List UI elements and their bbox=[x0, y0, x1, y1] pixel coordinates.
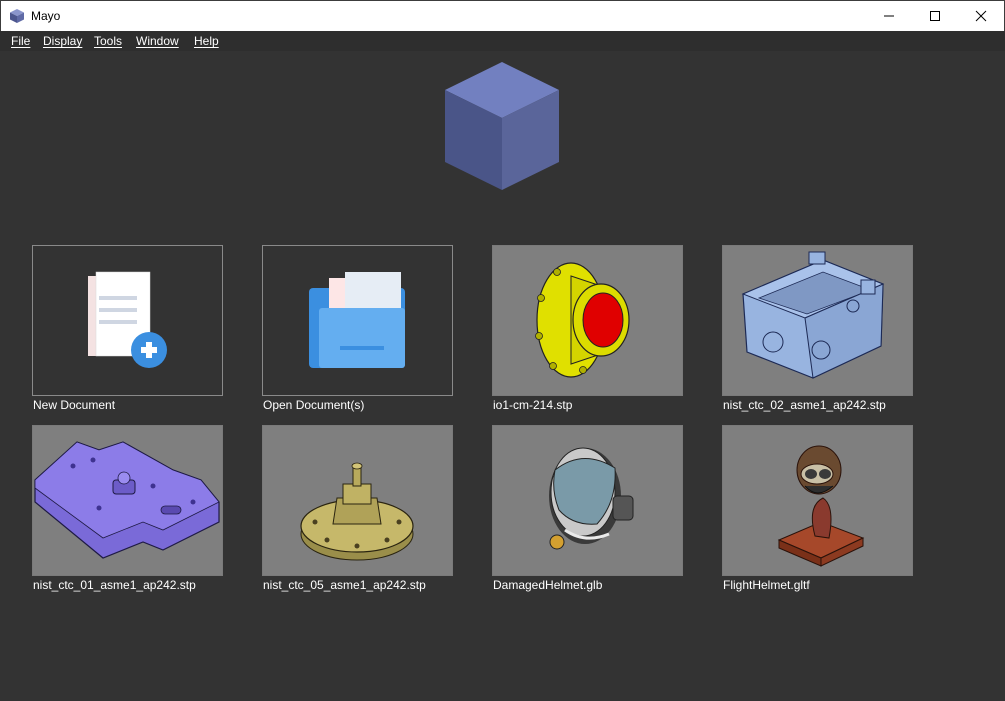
valve-part-thumbnail-icon bbox=[300, 462, 414, 561]
new-document-label[interactable]: New Document bbox=[33, 398, 115, 412]
damaged-helmet-thumbnail-icon bbox=[549, 447, 634, 550]
menu-help[interactable]: Help bbox=[194, 34, 219, 48]
new-document-icon bbox=[88, 271, 167, 368]
recent-file-label[interactable]: DamagedHelmet.glb bbox=[493, 578, 602, 592]
menu-window[interactable]: Window bbox=[136, 34, 179, 48]
menu-display[interactable]: Display bbox=[43, 34, 82, 48]
recent-file-thumbnail[interactable] bbox=[492, 245, 683, 396]
plate-part-thumbnail-icon bbox=[34, 441, 220, 559]
close-icon bbox=[975, 10, 987, 22]
menu-tools[interactable]: Tools bbox=[94, 34, 122, 48]
new-document-tile[interactable] bbox=[32, 245, 223, 396]
gearbox-part-thumbnail-icon bbox=[741, 251, 885, 379]
recent-file-thumbnail[interactable] bbox=[262, 425, 453, 576]
open-folder-icon bbox=[309, 272, 405, 368]
recent-file-label[interactable]: nist_ctc_05_asme1_ap242.stp bbox=[263, 578, 426, 592]
recent-file-thumbnail[interactable] bbox=[722, 245, 913, 396]
cube-icon bbox=[10, 9, 24, 23]
recent-file-thumbnail[interactable] bbox=[32, 425, 223, 576]
window-title: Mayo bbox=[31, 9, 61, 23]
recent-file-label[interactable]: io1-cm-214.stp bbox=[493, 398, 572, 412]
minimize-icon bbox=[884, 15, 894, 17]
open-documents-tile[interactable] bbox=[262, 245, 453, 396]
close-button[interactable] bbox=[958, 1, 1004, 31]
flange-part-thumbnail-icon bbox=[535, 262, 630, 378]
maximize-button[interactable] bbox=[912, 1, 958, 31]
flight-helmet-thumbnail-icon bbox=[777, 445, 865, 567]
recent-file-label[interactable]: nist_ctc_01_asme1_ap242.stp bbox=[33, 578, 196, 592]
recent-file-thumbnail[interactable] bbox=[722, 425, 913, 576]
recent-file-label[interactable]: nist_ctc_02_asme1_ap242.stp bbox=[723, 398, 886, 412]
title-bar: Mayo bbox=[0, 0, 1005, 31]
menu-bar: File Display Tools Window Help bbox=[0, 31, 1005, 51]
recent-file-thumbnail[interactable] bbox=[492, 425, 683, 576]
open-documents-label[interactable]: Open Document(s) bbox=[263, 398, 364, 412]
maximize-icon bbox=[930, 11, 940, 21]
recent-file-label[interactable]: FlightHelmet.gltf bbox=[723, 578, 810, 592]
minimize-button[interactable] bbox=[866, 1, 912, 31]
menu-file[interactable]: File bbox=[11, 34, 30, 48]
mayo-logo-cube-icon bbox=[445, 62, 559, 190]
